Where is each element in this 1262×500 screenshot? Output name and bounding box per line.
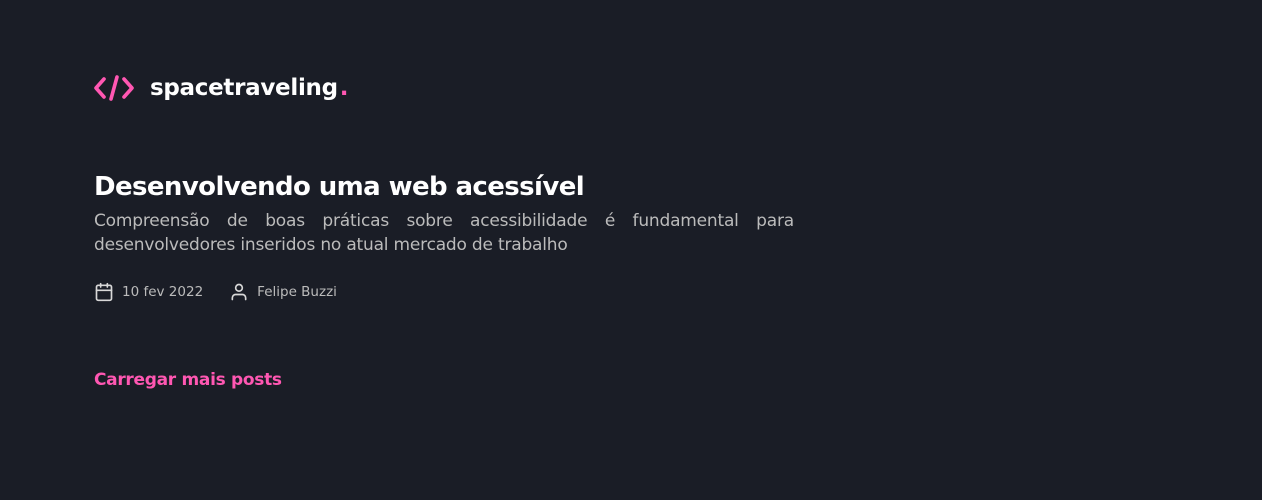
post-author: Felipe Buzzi [229, 282, 337, 302]
post-author-text: Felipe Buzzi [257, 284, 337, 300]
site-header[interactable]: spacetraveling. [94, 72, 349, 104]
logo-dot: . [339, 75, 349, 101]
post-subtitle: Compreensão de boas práticas sobre acess… [94, 211, 794, 255]
load-more-button[interactable]: Carregar mais posts [94, 368, 282, 392]
code-brackets-icon [94, 75, 134, 101]
post-meta: 10 fev 2022 Felipe Buzzi [94, 281, 794, 303]
post-item[interactable]: Desenvolvendo uma web acessível Compreen… [94, 168, 794, 303]
post-date: 10 fev 2022 [94, 282, 203, 302]
user-icon [231, 283, 247, 301]
site-logo-text: spacetraveling. [150, 75, 349, 101]
post-date-text: 10 fev 2022 [122, 284, 204, 300]
post-title[interactable]: Desenvolvendo uma web acessível [94, 168, 794, 206]
calendar-icon [95, 282, 113, 302]
page: spacetraveling. Desenvolvendo uma web ac… [0, 0, 1262, 500]
